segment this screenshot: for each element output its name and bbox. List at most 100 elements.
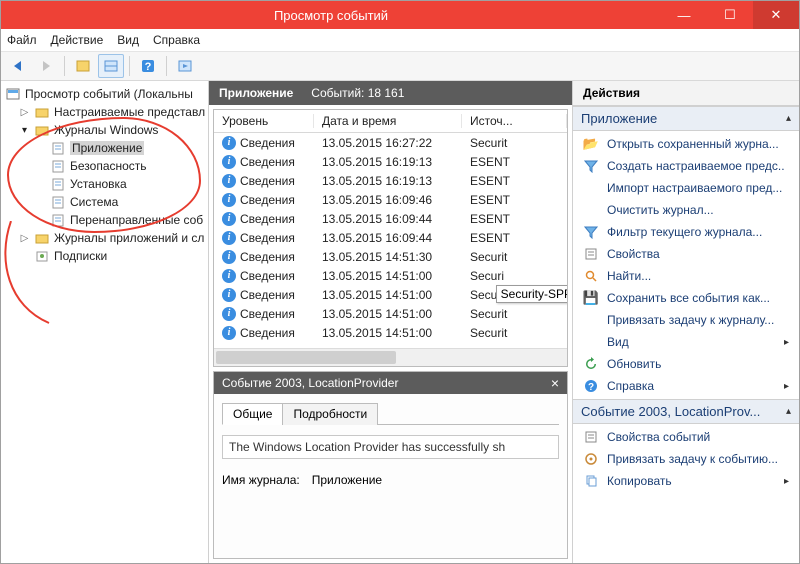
menu-file[interactable]: Файл [7, 33, 37, 47]
list-count: Событий: 18 161 [311, 86, 404, 100]
cell-source: Securit [462, 326, 567, 340]
caret-up-icon: ▴ [786, 406, 791, 417]
action-copy[interactable]: Копировать▸ [573, 470, 799, 492]
cell-source: Securi [462, 269, 567, 283]
info-icon: i [222, 326, 236, 340]
tree-log-system[interactable]: Система [3, 193, 206, 211]
logname-value: Приложение [312, 473, 382, 487]
table-row[interactable]: iСведения13.05.2015 16:19:13ESENT [214, 152, 567, 171]
cell-level: Сведения [240, 231, 295, 245]
task-icon [583, 312, 599, 328]
cell-source: ESENT [462, 193, 567, 207]
expand-icon[interactable]: ▷ [19, 233, 30, 244]
tree-log-application[interactable]: Приложение [3, 139, 206, 157]
menu-action[interactable]: Действие [51, 33, 104, 47]
tree-log-setup[interactable]: Установка [3, 175, 206, 193]
tab-general[interactable]: Общие [222, 403, 283, 425]
folder-icon [34, 230, 50, 246]
table-row[interactable]: iСведения13.05.2015 16:09:44ESENT [214, 209, 567, 228]
action-import-custom-view[interactable]: Импорт настраиваемого пред... [573, 177, 799, 199]
action-find[interactable]: Найти... [573, 265, 799, 287]
action-clear-log[interactable]: Очистить журнал... [573, 199, 799, 221]
action-help[interactable]: ?Справка▸ [573, 375, 799, 397]
event-list: Уровень Дата и время Источ... iСведения1… [213, 109, 568, 367]
cell-datetime: 13.05.2015 16:09:46 [314, 193, 462, 207]
action-save-all[interactable]: 💾Сохранить все события как... [573, 287, 799, 309]
horizontal-scrollbar[interactable] [214, 348, 567, 366]
show-preview-button[interactable] [98, 54, 124, 78]
detail-tabs: Общие Подробности [222, 402, 559, 425]
folder-icon [34, 104, 50, 120]
tree-pane: Просмотр событий (Локальны ▷ Настраиваем… [1, 81, 209, 563]
detail-header: Событие 2003, LocationProvider × [214, 372, 567, 394]
tree-root[interactable]: Просмотр событий (Локальны [3, 85, 206, 103]
action-event-properties[interactable]: Свойства событий [573, 426, 799, 448]
col-level[interactable]: Уровень [214, 114, 314, 128]
svg-text:?: ? [145, 61, 152, 73]
cell-datetime: 13.05.2015 16:09:44 [314, 212, 462, 226]
filter-icon [583, 224, 599, 240]
action-open-saved-log[interactable]: 📂Открыть сохраненный журна... [573, 133, 799, 155]
menubar: Файл Действие Вид Справка [1, 29, 799, 52]
cell-datetime: 13.05.2015 16:09:44 [314, 231, 462, 245]
log-icon [50, 194, 66, 210]
action-refresh[interactable]: Обновить [573, 353, 799, 375]
table-row[interactable]: iСведения13.05.2015 16:09:44ESENT [214, 228, 567, 247]
action-filter-log[interactable]: Фильтр текущего журнала... [573, 221, 799, 243]
col-source[interactable]: Источ... [462, 114, 567, 128]
table-row[interactable]: iСведения13.05.2015 16:27:22Securit [214, 133, 567, 152]
info-icon: i [222, 307, 236, 321]
help-button[interactable]: ? [135, 54, 161, 78]
table-row[interactable]: iСведения13.05.2015 14:51:00Securi [214, 266, 567, 285]
info-icon: i [222, 231, 236, 245]
tab-details[interactable]: Подробности [282, 403, 378, 425]
clear-icon [583, 202, 599, 218]
action-create-custom-view[interactable]: Создать настраиваемое предс.. [573, 155, 799, 177]
tree-log-security[interactable]: Безопасность [3, 157, 206, 175]
copy-icon [583, 473, 599, 489]
detail-title: Событие 2003, LocationProvider [222, 376, 398, 390]
action-attach-task[interactable]: Привязать задачу к журналу... [573, 309, 799, 331]
cell-level: Сведения [240, 155, 295, 169]
info-icon: i [222, 212, 236, 226]
tree-app-logs[interactable]: ▷ Журналы приложений и сл [3, 229, 206, 247]
info-icon: i [222, 193, 236, 207]
action-view-submenu[interactable]: Вид▸ [573, 331, 799, 353]
nav-back-button[interactable] [5, 54, 31, 78]
tooltip: Security-SPP [496, 285, 567, 303]
menu-help[interactable]: Справка [153, 33, 200, 47]
refresh-icon [583, 356, 599, 372]
menu-view[interactable]: Вид [117, 33, 139, 47]
maximize-button[interactable]: ☐ [707, 1, 753, 29]
table-row[interactable]: iСведения13.05.2015 14:51:00Securit [214, 304, 567, 323]
action-event-attach-task[interactable]: Привязать задачу к событию... [573, 448, 799, 470]
actions-group-event[interactable]: Событие 2003, LocationProv... ▴ [573, 399, 799, 424]
actions-pane: Действия Приложение ▴ 📂Открыть сохраненн… [573, 81, 799, 563]
col-datetime[interactable]: Дата и время [314, 114, 462, 128]
folder-icon [34, 122, 50, 138]
expand-icon[interactable]: ▷ [19, 107, 30, 118]
table-row[interactable]: iСведения13.05.2015 16:09:46ESENT [214, 190, 567, 209]
tree-log-forwarded[interactable]: Перенаправленные соб [3, 211, 206, 229]
properties-icon [583, 246, 599, 262]
action-properties[interactable]: Свойства [573, 243, 799, 265]
event-viewer-window: Просмотр событий — ☐ ✕ Файл Действие Вид… [0, 0, 800, 564]
tree-windows-logs[interactable]: ▾ Журналы Windows [3, 121, 206, 139]
table-row[interactable]: iСведения13.05.2015 14:51:00Securit [214, 323, 567, 342]
detail-close-icon[interactable]: × [551, 375, 559, 391]
minimize-button[interactable]: — [661, 1, 707, 29]
nav-forward-button[interactable] [33, 54, 59, 78]
tree-subscriptions[interactable]: Подписки [3, 247, 206, 265]
collapse-icon[interactable]: ▾ [19, 125, 30, 136]
table-row[interactable]: iСведения13.05.2015 14:51:30Securit [214, 247, 567, 266]
list-title: Приложение [219, 86, 293, 100]
extra-button[interactable] [172, 54, 198, 78]
show-tree-button[interactable] [70, 54, 96, 78]
info-icon: i [222, 136, 236, 150]
close-button[interactable]: ✕ [753, 1, 799, 29]
actions-group-application[interactable]: Приложение ▴ [573, 106, 799, 131]
table-row[interactable]: iСведения13.05.2015 16:19:13ESENT [214, 171, 567, 190]
save-icon: 💾 [583, 290, 599, 306]
svg-text:?: ? [588, 382, 594, 393]
tree-custom-views[interactable]: ▷ Настраиваемые представл [3, 103, 206, 121]
